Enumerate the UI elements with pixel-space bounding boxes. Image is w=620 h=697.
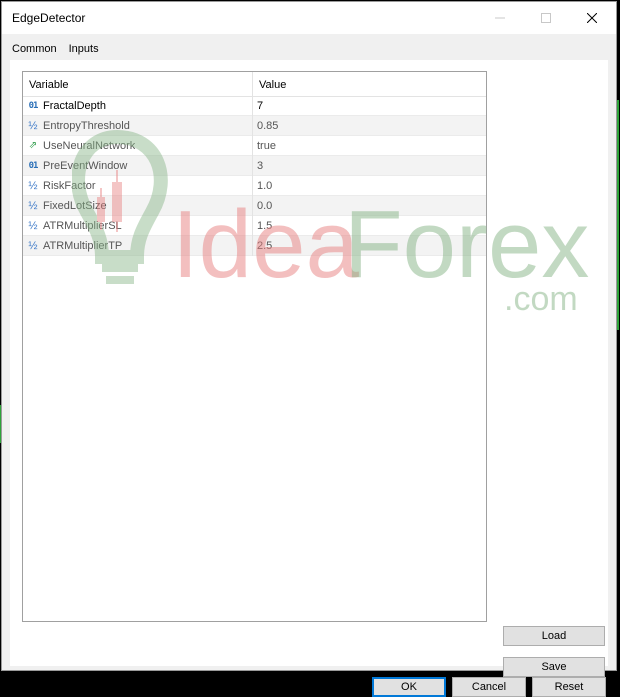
tab-common[interactable]: Common: [12, 40, 57, 62]
double-icon: ½: [28, 200, 38, 212]
variable-cell: ½ EntropyThreshold: [23, 116, 253, 136]
variable-name: ATRMultiplierTP: [43, 240, 123, 252]
column-header-value[interactable]: Value: [253, 72, 486, 96]
value-cell[interactable]: 1.5: [253, 216, 486, 236]
window-title: EdgeDetector: [12, 11, 86, 25]
ok-button[interactable]: OK: [372, 677, 446, 697]
bool-icon: ⇗: [28, 140, 38, 151]
variable-name: UseNeuralNetwork: [43, 140, 136, 152]
tab-bar: Common Inputs: [12, 40, 99, 63]
double-icon: ½: [28, 220, 38, 232]
double-icon: ½: [28, 120, 38, 132]
variable-name: ATRMultiplierSL: [43, 220, 122, 232]
value-cell[interactable]: 0.85: [253, 116, 486, 136]
value-cell[interactable]: 3: [253, 156, 486, 176]
value-cell[interactable]: true: [253, 136, 486, 156]
variable-cell: 01 FractalDepth: [23, 96, 253, 116]
int-icon: 01: [28, 101, 39, 111]
grid-header: Variable Value: [23, 72, 486, 97]
variable-cell: ½ ATRMultiplierSL: [23, 216, 253, 236]
variable-name: FixedLotSize: [43, 200, 107, 212]
table-row[interactable]: ½ ATRMultiplierTP 2.5: [23, 236, 486, 256]
variable-name: FractalDepth: [43, 100, 106, 112]
variable-name: EntropyThreshold: [43, 120, 130, 132]
table-row[interactable]: ½ EntropyThreshold 0.85: [23, 116, 486, 136]
int-icon: 01: [28, 161, 39, 171]
value-cell[interactable]: 0.0: [253, 196, 486, 216]
variable-name: PreEventWindow: [43, 160, 128, 172]
dialog-window: EdgeDetector Common Inputs Variable Valu…: [1, 1, 617, 697]
minimize-icon: [495, 17, 505, 19]
table-row[interactable]: ⇗ UseNeuralNetwork true: [23, 136, 486, 156]
column-header-variable[interactable]: Variable: [23, 72, 253, 96]
inputs-panel: Variable Value 01 FractalDepth 7 ½ Entro…: [10, 60, 608, 677]
variable-cell: ½ ATRMultiplierTP: [23, 236, 253, 256]
value-cell[interactable]: 2.5: [253, 236, 486, 256]
value-cell[interactable]: 1.0: [253, 176, 486, 196]
variable-cell: 01 PreEventWindow: [23, 156, 253, 176]
close-icon: [587, 13, 597, 23]
table-row[interactable]: ½ ATRMultiplierSL 1.5: [23, 216, 486, 236]
variable-cell: ½ FixedLotSize: [23, 196, 253, 216]
value-cell[interactable]: 7: [253, 96, 486, 116]
variable-name: RiskFactor: [43, 180, 96, 192]
maximize-icon: [541, 13, 551, 23]
title-bar: EdgeDetector: [2, 2, 616, 34]
variable-cell: ½ RiskFactor: [23, 176, 253, 196]
variable-cell: ⇗ UseNeuralNetwork: [23, 136, 253, 156]
table-row[interactable]: ½ FixedLotSize 0.0: [23, 196, 486, 216]
table-row[interactable]: 01 FractalDepth 7: [23, 96, 486, 116]
double-icon: ½: [28, 180, 38, 192]
chart-edge-right: [617, 100, 619, 330]
load-button[interactable]: Load: [503, 626, 605, 646]
inputs-grid: Variable Value 01 FractalDepth 7 ½ Entro…: [22, 71, 487, 622]
reset-button[interactable]: Reset: [532, 677, 606, 697]
maximize-button[interactable]: [523, 2, 569, 34]
save-button[interactable]: Save: [503, 657, 605, 677]
close-button[interactable]: [569, 2, 615, 34]
tab-inputs[interactable]: Inputs: [68, 40, 99, 63]
table-row[interactable]: ½ RiskFactor 1.0: [23, 176, 486, 196]
cancel-button[interactable]: Cancel: [452, 677, 526, 697]
dialog-content: Common Inputs Variable Value 01 FractalD…: [2, 34, 616, 697]
double-icon: ½: [28, 240, 38, 252]
minimize-button[interactable]: [477, 2, 523, 34]
table-row[interactable]: 01 PreEventWindow 3: [23, 156, 486, 176]
